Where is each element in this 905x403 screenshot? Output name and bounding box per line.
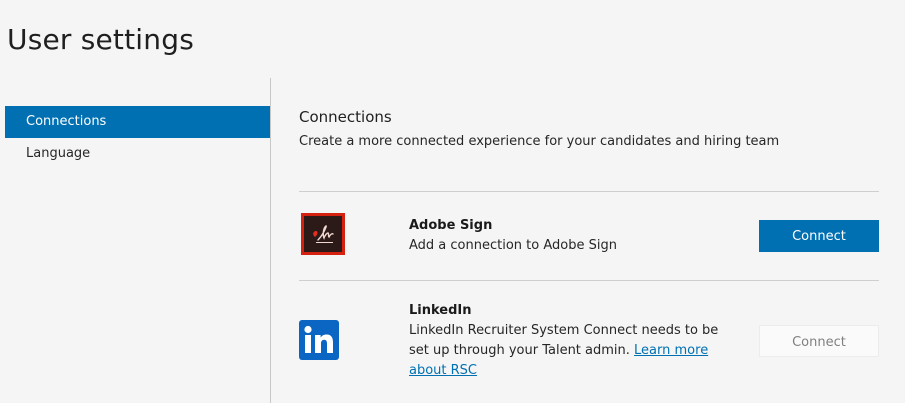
connection-row-linkedin: LinkedIn LinkedIn Recruiter System Conne… bbox=[299, 281, 879, 403]
page-title: User settings bbox=[7, 23, 194, 56]
linkedin-connect-button[interactable]: Connect bbox=[759, 325, 879, 357]
adobe-sign-icon bbox=[301, 213, 345, 255]
connection-row-adobe-sign: Adobe Sign Add a connection to Adobe Sig… bbox=[299, 192, 879, 280]
service-description: LinkedIn Recruiter System Connect needs … bbox=[409, 321, 734, 381]
sidebar-item-label: Language bbox=[26, 146, 91, 161]
section-description: Create a more connected experience for y… bbox=[299, 134, 780, 149]
sidebar: Connections Language bbox=[0, 78, 270, 403]
main-content: Connections Create a more connected expe… bbox=[299, 0, 879, 403]
service-name: Adobe Sign bbox=[409, 218, 493, 233]
section-title: Connections bbox=[299, 108, 392, 126]
service-description: Add a connection to Adobe Sign bbox=[409, 238, 617, 253]
sidebar-item-label: Connections bbox=[26, 114, 107, 129]
linkedin-icon bbox=[299, 320, 339, 360]
sidebar-item-language[interactable]: Language bbox=[5, 138, 270, 170]
sidebar-divider bbox=[270, 78, 271, 403]
adobe-sign-connect-button[interactable]: Connect bbox=[759, 220, 879, 252]
sidebar-item-connections[interactable]: Connections bbox=[5, 106, 270, 138]
service-name: LinkedIn bbox=[409, 303, 472, 318]
